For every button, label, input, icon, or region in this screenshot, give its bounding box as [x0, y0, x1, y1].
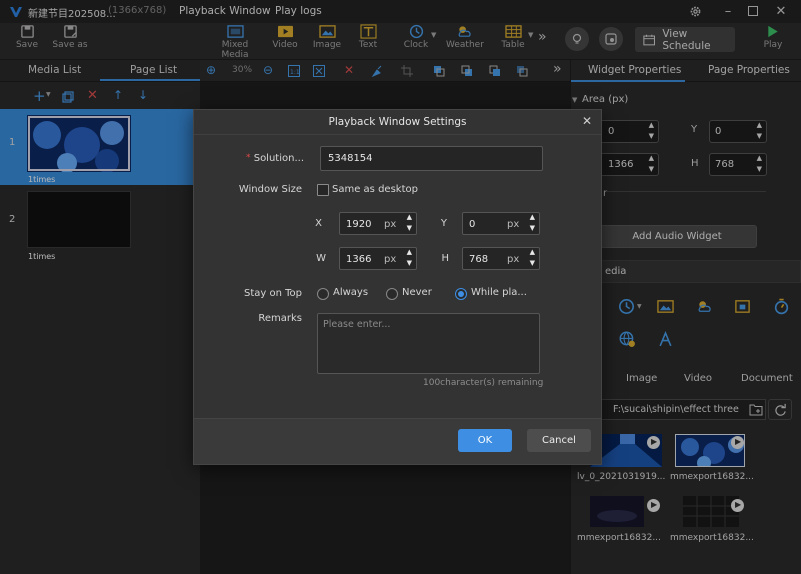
window-size-label: Window Size: [238, 184, 302, 195]
remaining-characters: 100character(s) remaining: [423, 378, 544, 388]
window-x-input[interactable]: 1920 px ▲ ▼: [339, 212, 417, 235]
radio-always[interactable]: [317, 288, 329, 300]
unit-label: px: [384, 219, 397, 230]
window-y-value: 0: [469, 219, 476, 230]
radio-never-label: Never: [402, 287, 432, 298]
playback-window-settings-dialog: Playback Window Settings ✕ * Solution...…: [193, 109, 602, 465]
radio-always-label: Always: [333, 287, 369, 298]
window-h-label: H: [441, 253, 449, 264]
window-h-value: 768: [469, 254, 489, 265]
ok-button[interactable]: OK: [458, 429, 512, 452]
same-as-desktop-label: Same as desktop: [332, 184, 418, 195]
window-y-label: Y: [440, 218, 447, 229]
window-h-input[interactable]: 768 px ▲ ▼: [462, 247, 540, 270]
remarks-textarea[interactable]: Please enter...: [317, 313, 540, 374]
window-w-value: 1366: [346, 254, 372, 265]
spin-down-icon[interactable]: ▼: [407, 224, 412, 232]
window-w-input[interactable]: 1366 px ▲ ▼: [339, 247, 417, 270]
unit-label: px: [507, 254, 520, 265]
radio-never[interactable]: [386, 288, 398, 300]
spin-down-icon[interactable]: ▼: [530, 224, 535, 232]
window-y-input[interactable]: 0 px ▲ ▼: [462, 212, 540, 235]
window-x-label: X: [315, 218, 322, 229]
window-w-label: W: [316, 253, 326, 264]
stay-on-top-label: Stay on Top: [243, 288, 302, 299]
close-dialog-icon[interactable]: ✕: [582, 114, 592, 128]
solution-value: 5348154: [328, 153, 373, 164]
dialog-title: Playback Window Settings: [328, 116, 467, 128]
unit-label: px: [507, 219, 520, 230]
solution-input[interactable]: 5348154: [320, 146, 543, 171]
spin-up-icon[interactable]: ▲: [407, 248, 412, 256]
divider: [194, 134, 601, 135]
spin-down-icon[interactable]: ▼: [530, 259, 535, 267]
spin-down-icon[interactable]: ▼: [407, 259, 412, 267]
unit-label: px: [384, 254, 397, 265]
remarks-label: Remarks: [258, 313, 302, 324]
solution-label: Solution...: [253, 153, 304, 164]
dialog-footer: OK Cancel: [194, 418, 601, 464]
radio-while-playing-label: While pla...: [471, 287, 527, 298]
spin-up-icon[interactable]: ▲: [530, 213, 535, 221]
spin-up-icon[interactable]: ▲: [530, 248, 535, 256]
cancel-button[interactable]: Cancel: [527, 429, 591, 452]
window-x-value: 1920: [346, 219, 372, 230]
spin-up-icon[interactable]: ▲: [407, 213, 412, 221]
radio-while-playing[interactable]: [455, 288, 467, 300]
same-as-desktop-checkbox[interactable]: [317, 184, 329, 196]
radio-selected-dot: [458, 291, 464, 297]
remarks-placeholder: Please enter...: [323, 319, 391, 330]
